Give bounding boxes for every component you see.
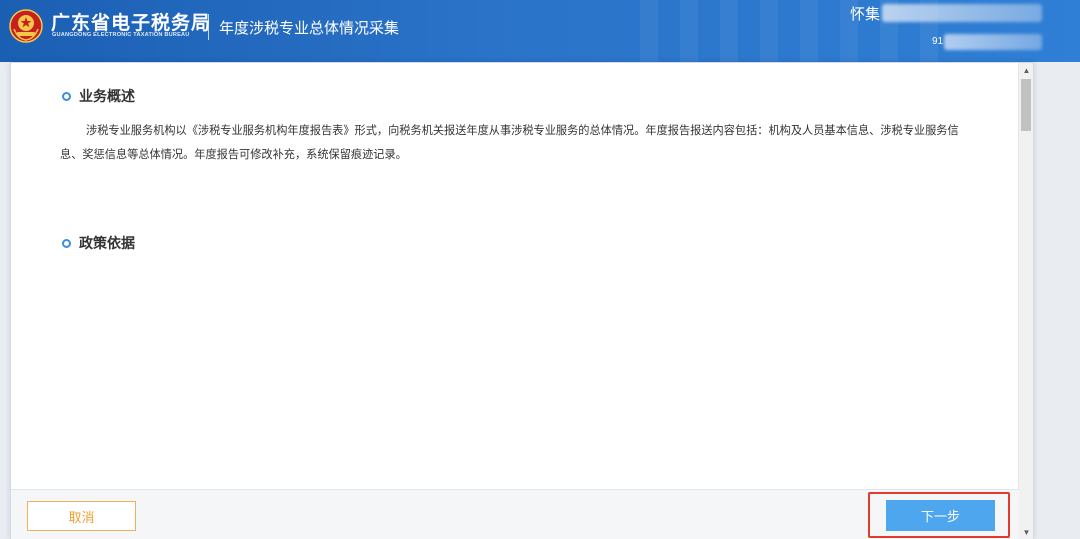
business-overview-text: 涉税专业服务机构以《涉税专业服务机构年度报告表》形式，向税务机关报送年度从事涉税…	[60, 125, 959, 161]
next-step-button[interactable]: 下一步	[886, 500, 995, 531]
app-header: 广东省电子税务局 GUANGDONG ELECTRONIC TAXATION B…	[0, 0, 1080, 62]
redacted-user-id	[944, 34, 1042, 50]
vertical-scrollbar[interactable]: ▲ ▼	[1018, 63, 1033, 539]
brand-title: 广东省电子税务局	[51, 13, 212, 34]
brand-subtitle: GUANGDONG ELECTRONIC TAXATION BUREAU	[52, 32, 190, 38]
arrow-up-icon[interactable]: ▲	[1019, 63, 1034, 77]
user-id: 91	[932, 36, 944, 47]
module-title: 年度涉税专业总体情况采集	[219, 20, 400, 37]
circle-bullet-icon	[62, 238, 71, 248]
guide-dialog: 业务概述 涉税专业服务机构以《涉税专业服务机构年度报告表》形式，向税务机关报送年…	[10, 62, 1034, 539]
section-business-overview: 业务概述	[62, 86, 135, 106]
cancel-button[interactable]: 取消	[27, 501, 136, 531]
redacted-user-name	[882, 4, 1042, 22]
section-title: 政策依据	[79, 235, 135, 251]
user-name: 怀集	[850, 6, 881, 23]
tax-emblem-icon	[9, 9, 43, 43]
circle-bullet-icon	[62, 91, 71, 101]
dialog-footer: 取消 下一步	[11, 489, 1019, 539]
header-divider	[208, 14, 209, 40]
arrow-down-icon[interactable]: ▼	[1019, 525, 1034, 539]
section-policy-basis: 政策依据	[62, 233, 135, 253]
section-title: 业务概述	[79, 88, 135, 104]
scrollbar-thumb[interactable]	[1021, 79, 1031, 131]
dialog-content: 业务概述 涉税专业服务机构以《涉税专业服务机构年度报告表》形式，向税务机关报送年…	[11, 63, 1019, 489]
